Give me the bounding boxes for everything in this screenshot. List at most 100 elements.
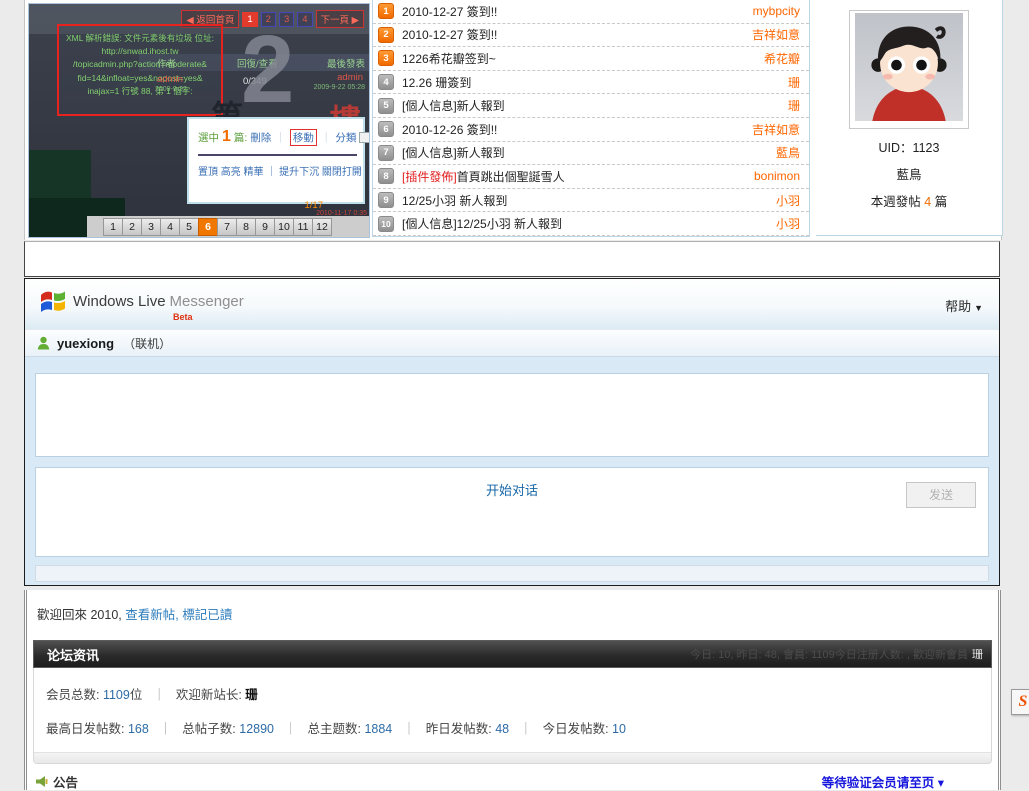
- topic-title-link[interactable]: 2010-12-27 簽到!!: [402, 3, 745, 20]
- page-box: 2: [122, 218, 142, 236]
- screenshot-pagination-bottom: 1 2 3 4 5 6 7 8 9 10 11 12: [87, 216, 369, 237]
- error-line: /topicadmin.php?action=moderate&: [59, 58, 221, 71]
- topic-title-link[interactable]: 2010-12-27 簽到!!: [402, 26, 744, 43]
- topic-author-link[interactable]: 珊: [788, 74, 800, 91]
- select-all: 全選: [359, 130, 370, 145]
- stat-value: 10: [612, 722, 626, 736]
- stat-label: 欢迎新站长:: [176, 688, 245, 702]
- topic-author-link[interactable]: mybpcity: [753, 4, 800, 18]
- page-box: 5: [179, 218, 199, 236]
- comma: ,: [175, 608, 178, 622]
- week-posts: 本週發帖 4 篇: [816, 191, 1002, 210]
- messenger-body: 开始对话 发送: [25, 357, 999, 586]
- avatar-image: [855, 13, 963, 121]
- contact-name: yuexiong: [57, 336, 114, 351]
- top-strip: ◀ 返回首頁 1 2 3 4 下一頁 ▶ XML 解析錯誤: 文件元素後有垃圾 …: [24, 0, 1002, 240]
- rank-badge: 4: [378, 74, 394, 90]
- help-menu[interactable]: 帮助▼: [945, 296, 983, 315]
- week-posts-count: 4: [924, 195, 931, 209]
- send-button[interactable]: 发送: [906, 482, 976, 508]
- topic-title-link[interactable]: 2010-12-26 簽到!!: [402, 121, 744, 138]
- share-sidebar-button[interactable]: S: [1011, 689, 1029, 715]
- topic-row: 9 12/25小羽 新人報到 小羽: [373, 189, 809, 213]
- forum-info-summary-text: 今日: 10, 昨日: 48, 會員: 1109今日注册人数: , 歡迎新會員: [690, 649, 968, 661]
- page-box-active: 6: [198, 218, 218, 236]
- selected-label: 選中: [198, 130, 219, 145]
- xml-error-box: XML 解析錯誤: 文件元素後有垃圾 位址: http://snwad.ihos…: [57, 24, 223, 116]
- topic-title-link[interactable]: [個人信息]新人報到: [402, 97, 780, 114]
- arrow-down-icon: ▾: [938, 776, 944, 790]
- topic-author-link[interactable]: 吉祥如意: [752, 121, 800, 138]
- page-box: 11: [293, 218, 313, 236]
- topic-author-link[interactable]: bonimon: [754, 169, 800, 183]
- avatar: [849, 10, 969, 129]
- topic-title-link[interactable]: 12/25小羽 新人報到: [402, 192, 768, 209]
- screenshot-dark-block: [29, 150, 91, 198]
- topic-row: 10 [個人信息]12/25小羽 新人報到 小羽: [373, 212, 809, 236]
- stat-label: 总帖子数:: [182, 722, 239, 736]
- empty-content-strip: [24, 241, 1000, 277]
- conversation-area: [35, 373, 989, 457]
- topic-title-link[interactable]: [個人信息]12/25小羽 新人報到: [402, 215, 768, 232]
- forum-stats-box: 会员总数: 1109位 ｜ 欢迎新站长: 珊 最高日发帖数: 168 ｜ 总帖子…: [33, 668, 992, 764]
- error-line: XML 解析錯誤: 文件元素後有垃圾 位址:: [59, 32, 221, 45]
- stat-value: 12890: [239, 722, 274, 736]
- error-line: http://snwad.ihost.tw: [59, 45, 221, 58]
- topic-title-link[interactable]: 12.26 珊簽到: [402, 74, 780, 91]
- moderation-actions-row: 置頂 高亮 精華 ｜ 提升下沉 關閉打開: [198, 163, 357, 178]
- moderation-popup: 選中 1 篇: 刪除 ｜ 移動 ｜ 分類 全選 置頂 高亮 精華 ｜ 提升下沉 …: [187, 117, 365, 204]
- stats-box-footer: [34, 752, 991, 763]
- topic-author-link[interactable]: 吉祥如意: [752, 26, 800, 43]
- separator: ｜: [153, 688, 166, 702]
- welcome-text: 歡迎回來 2010,: [37, 608, 122, 622]
- topic-author-link[interactable]: 小羽: [776, 215, 800, 232]
- page-box: 1: [103, 218, 123, 236]
- divider: [198, 154, 357, 156]
- welcome-line: 歡迎回來 2010, 查看新帖, 標記已讀: [27, 590, 998, 638]
- page-box: 3: [141, 218, 161, 236]
- messenger-header: Windows Live Messenger Beta 帮助▼: [25, 279, 999, 329]
- pending-members-link[interactable]: 等待验证会员请至页 ▾: [822, 772, 944, 791]
- topic-title-text: 首頁跳出個聖誕雪人: [457, 170, 565, 184]
- topic-title-link[interactable]: [個人信息]新人報到: [402, 144, 768, 161]
- topic-author-link[interactable]: 小羽: [776, 192, 800, 209]
- forum-section: 歡迎回來 2010, 查看新帖, 標記已讀 论坛资讯 今日: 10, 昨日: 4…: [24, 590, 1001, 790]
- rank-badge: 6: [378, 121, 394, 137]
- megaphone-icon: [35, 775, 48, 788]
- newest-member-name: 珊: [972, 649, 983, 661]
- rank-badge: 7: [378, 145, 394, 161]
- mark-read-link[interactable]: 標記已讀: [182, 608, 232, 622]
- start-chat-link[interactable]: 开始对话: [36, 480, 988, 499]
- topic-title-link[interactable]: 1226希花瓣签到~: [402, 50, 756, 67]
- separator: ｜: [285, 722, 298, 736]
- rank-badge: 8: [378, 168, 394, 184]
- help-label: 帮助: [945, 299, 971, 314]
- stat-label: 昨日发帖数:: [426, 722, 495, 736]
- rank-badge: 2: [378, 27, 394, 43]
- next-page-button: 下一頁 ▶: [316, 10, 364, 28]
- thread-last-date: 2009-9-22 05:28: [314, 84, 365, 91]
- topic-row: 2 2010-12-27 簽到!! 吉祥如意: [373, 24, 809, 48]
- contact-row: yuexiong （联机）: [25, 329, 999, 357]
- separator: ｜: [403, 722, 416, 736]
- topic-author-link[interactable]: 希花瓣: [764, 50, 800, 67]
- messenger-logo: Windows Live Messenger: [40, 289, 244, 313]
- topic-author-link[interactable]: 珊: [788, 97, 800, 114]
- user-profile-panel: UID：1123 藍鳥 本週發帖 4 篇: [816, 0, 1003, 236]
- online-user-icon: [37, 336, 50, 350]
- topic-title-link[interactable]: [插件發佈]首頁跳出個聖誕雪人: [402, 168, 746, 185]
- page-box: 7: [217, 218, 237, 236]
- thread-author: admin: [157, 74, 183, 85]
- forum-info-title: 论坛资讯: [34, 645, 99, 664]
- col-author: 作者: [157, 56, 176, 70]
- brand-windows-live: Windows Live: [73, 293, 166, 310]
- message-input-area[interactable]: 开始对话 发送: [35, 467, 989, 557]
- page-box: 4: [160, 218, 180, 236]
- view-new-posts-link[interactable]: 查看新帖: [125, 608, 175, 622]
- delete-link: 刪除: [250, 130, 271, 145]
- topic-author-link[interactable]: 藍鳥: [776, 144, 800, 161]
- forum-info-summary: 今日: 10, 昨日: 48, 會員: 1109今日注册人数: , 歡迎新會員珊: [690, 646, 991, 662]
- topic-category-tag: [插件發佈]: [402, 170, 457, 184]
- page-4: 4: [297, 12, 312, 27]
- stat-label: 总主题数:: [308, 722, 365, 736]
